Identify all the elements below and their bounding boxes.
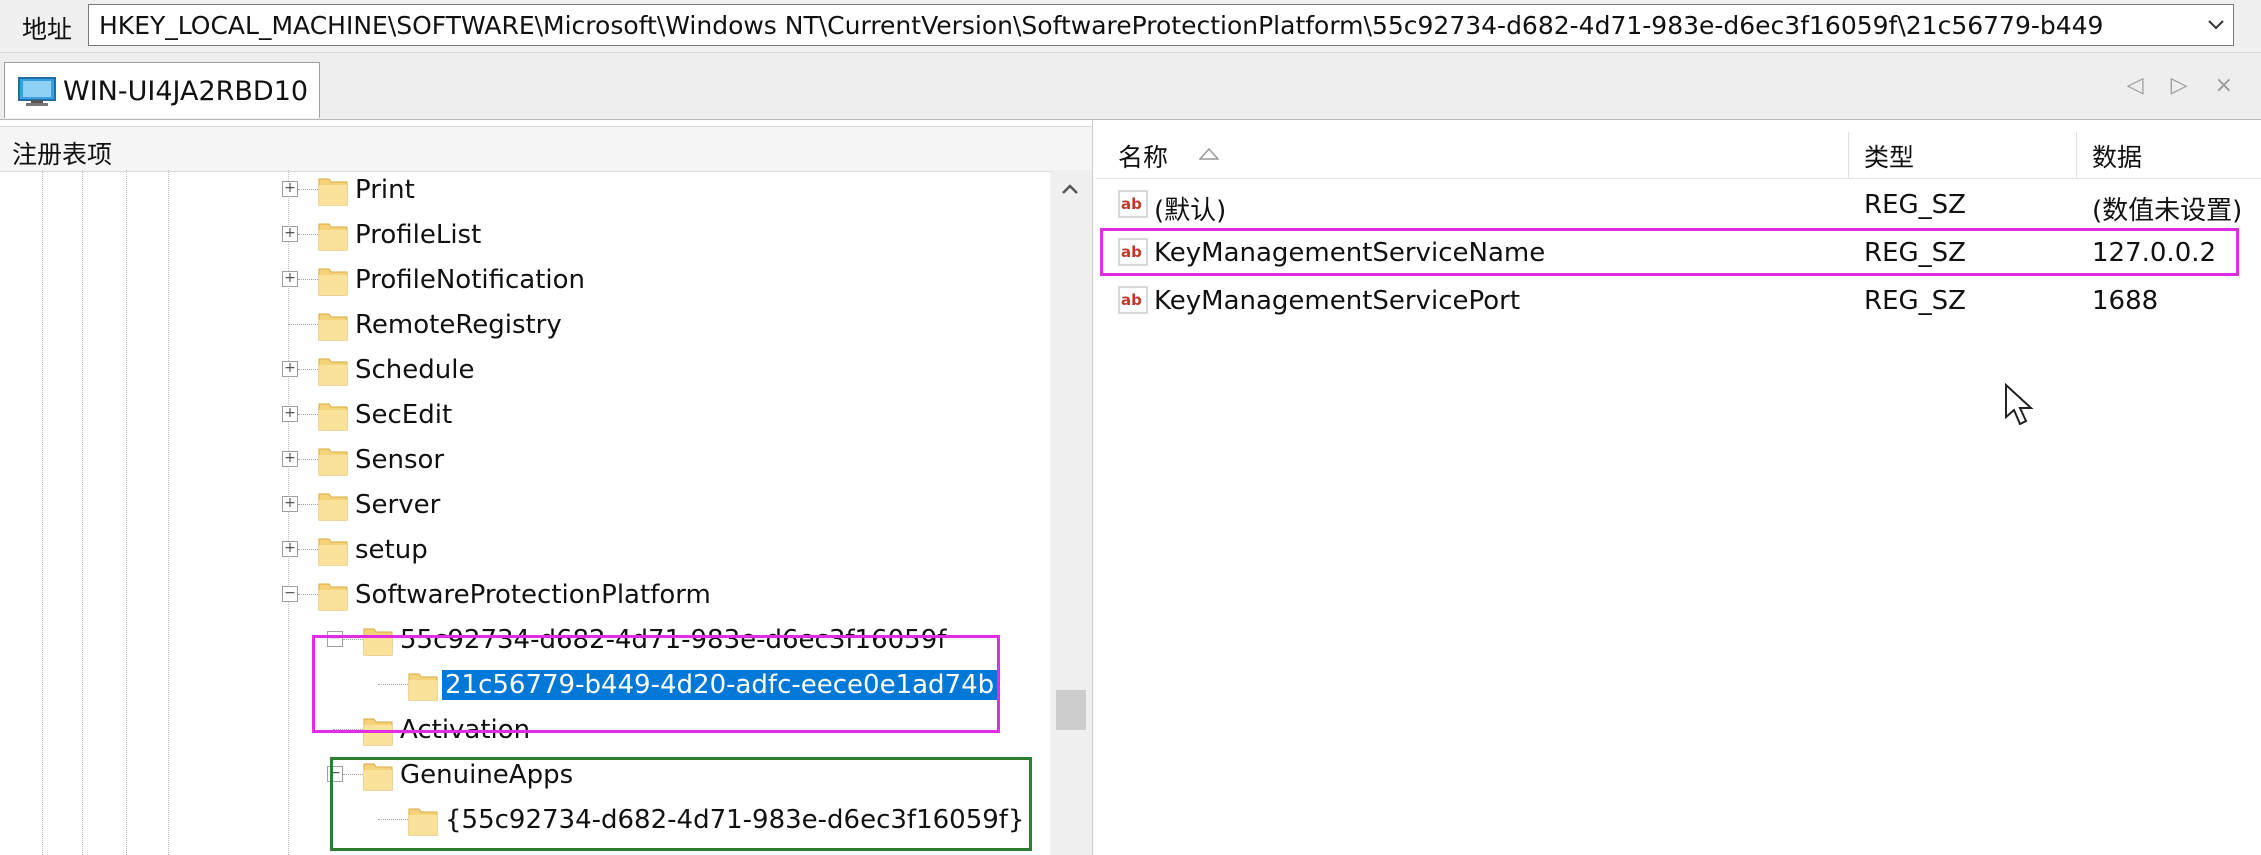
svg-text:ab: ab — [1121, 195, 1142, 213]
tree-item[interactable]: + Schedule — [0, 348, 1050, 393]
tab-prev-button[interactable]: ◁ — [2127, 73, 2154, 98]
tab-computer[interactable]: WIN-UI4JA2RBD10 — [4, 62, 320, 118]
tab-close-button[interactable]: × — [2215, 73, 2243, 98]
tab-strip: WIN-UI4JA2RBD10 ◁ ▷ × — [0, 53, 2261, 120]
folder-icon — [318, 538, 348, 566]
value-data: 1688 — [2092, 286, 2159, 316]
scroll-thumb[interactable] — [1056, 690, 1086, 730]
tree-item-label: SoftwareProtectionPlatform — [355, 580, 711, 610]
tree-item-label: RemoteRegistry — [355, 310, 562, 340]
registry-tree-pane: 注册表项 + Print + ProfileList + ProfileNotificat… — [0, 120, 1093, 855]
sort-ascending-icon — [1199, 148, 1219, 160]
tab-label: WIN-UI4JA2RBD10 — [63, 76, 309, 107]
folder-icon — [318, 493, 348, 521]
folder-icon — [318, 268, 348, 296]
highlight-box-spp-keys — [312, 635, 1000, 733]
tree-item[interactable]: + Sensor — [0, 438, 1050, 483]
registry-tree[interactable]: + Print + ProfileList + ProfileNotification Re… — [0, 170, 1050, 855]
tree-item[interactable]: RemoteRegistry — [0, 303, 1050, 348]
tree-item-label: SecEdit — [355, 400, 453, 430]
address-bar: 地址 HKEY_LOCAL_MACHINE\SOFTWARE\Microsoft… — [0, 0, 2261, 53]
tree-item[interactable]: + ProfileNotification — [0, 258, 1050, 303]
folder-icon — [318, 583, 348, 611]
string-value-icon: ab — [1118, 190, 1148, 218]
tree-header: 注册表项 — [0, 126, 1092, 172]
tree-item-label: Sensor — [355, 445, 445, 475]
column-header-type[interactable]: 类型 — [1864, 138, 1914, 174]
tree-item[interactable]: + ProfileList — [0, 213, 1050, 258]
tree-item[interactable]: − SoftwareProtectionPlatform — [0, 573, 1050, 618]
string-value-icon: ab — [1118, 286, 1148, 314]
value-name: (默认) — [1154, 196, 1227, 226]
folder-icon — [318, 403, 348, 431]
tree-item-label: Server — [355, 490, 441, 520]
tree-item-label: setup — [355, 535, 428, 565]
values-header: 名称 类型 数据 — [1096, 126, 2261, 179]
tree-expander[interactable]: + — [282, 451, 298, 467]
folder-icon — [318, 313, 348, 341]
computer-icon — [18, 77, 56, 106]
tree-expander[interactable]: + — [282, 541, 298, 557]
value-type: REG_SZ — [1864, 190, 1966, 220]
value-data: (数值未设置) — [2092, 196, 2243, 226]
tree-header-label: 注册表项 — [12, 140, 113, 169]
folder-icon — [318, 223, 348, 251]
tree-item[interactable]: + Print — [0, 168, 1050, 213]
tree-expander[interactable]: − — [282, 586, 298, 602]
address-path-text[interactable]: HKEY_LOCAL_MACHINE\SOFTWARE\Microsoft\Wi… — [99, 11, 2189, 40]
tab-nav: ◁ ▷ × — [2127, 73, 2243, 98]
tab-next-button[interactable]: ▷ — [2171, 73, 2198, 98]
value-type: REG_SZ — [1864, 286, 1966, 316]
chevron-down-icon[interactable] — [2205, 13, 2227, 35]
tree-expander[interactable]: + — [282, 496, 298, 512]
tree-item-label: ProfileList — [355, 220, 482, 250]
tree-item-label: Schedule — [355, 355, 475, 385]
tree-expander[interactable]: + — [282, 361, 298, 377]
folder-icon — [318, 178, 348, 206]
value-name: KeyManagementServicePort — [1154, 286, 1521, 316]
tree-expander[interactable]: + — [282, 271, 298, 287]
mouse-cursor-icon — [2005, 383, 2034, 426]
tree-item[interactable]: + Server — [0, 483, 1050, 528]
column-header-data[interactable]: 数据 — [2092, 138, 2142, 174]
tree-expander[interactable]: + — [282, 406, 298, 422]
folder-icon — [318, 448, 348, 476]
highlight-box-genuineapps — [330, 757, 1032, 851]
tree-expander[interactable]: + — [282, 181, 298, 197]
address-label: 地址 — [22, 15, 73, 44]
tree-item[interactable]: + setup — [0, 528, 1050, 573]
highlight-box-kms-name — [1100, 228, 2239, 276]
tree-item-label: ProfileNotification — [355, 265, 586, 295]
tree-item-label: Print — [355, 175, 415, 205]
address-input[interactable]: HKEY_LOCAL_MACHINE\SOFTWARE\Microsoft\Wi… — [88, 4, 2234, 46]
folder-icon — [318, 358, 348, 386]
value-row[interactable]: ab KeyManagementServicePort REG_SZ 1688 — [1096, 276, 2261, 324]
svg-text:ab: ab — [1121, 291, 1142, 309]
tree-scrollbar[interactable] — [1050, 170, 1092, 855]
value-row[interactable]: ab (默认) REG_SZ (数值未设置) — [1096, 180, 2261, 228]
tree-expander[interactable]: + — [282, 226, 298, 242]
tree-item[interactable]: + SecEdit — [0, 393, 1050, 438]
column-header-name[interactable]: 名称 — [1118, 138, 1168, 174]
scroll-up-icon[interactable] — [1058, 178, 1082, 202]
